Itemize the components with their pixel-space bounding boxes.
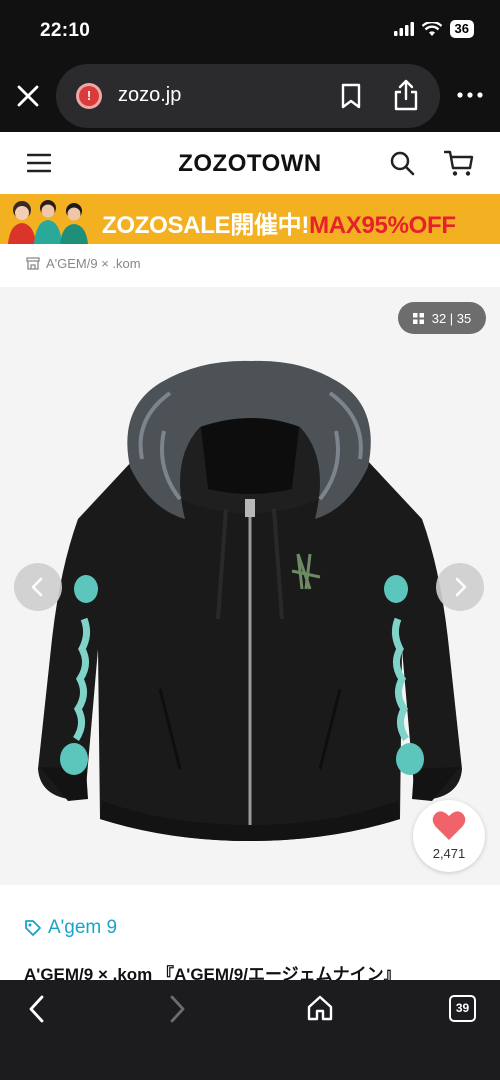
- brand-name: A'gem 9: [48, 917, 118, 938]
- image-counter-badge[interactable]: 32 | 35: [398, 302, 486, 334]
- back-icon[interactable]: [26, 994, 48, 1024]
- product-image-hoodie[interactable]: [30, 349, 470, 869]
- wifi-icon: [421, 21, 442, 36]
- site-header: ZOZOTOWN: [0, 132, 500, 194]
- shop-breadcrumb[interactable]: A'GEM/9 × .kom: [26, 256, 141, 271]
- brand-link[interactable]: A'gem 9: [24, 917, 117, 939]
- forward-icon[interactable]: [166, 994, 188, 1024]
- sale-banner-discount: MAX95%OFF: [309, 212, 456, 239]
- browser-bottom-toolbar: 39: [0, 980, 500, 1080]
- status-bar: 22:10 36: [0, 0, 500, 62]
- shop-icon: [26, 257, 40, 270]
- status-icons: 36: [393, 20, 474, 38]
- battery-icon: 36: [449, 20, 474, 38]
- chevron-right-icon: [455, 577, 467, 597]
- cart-icon[interactable]: [444, 149, 474, 177]
- heart-icon: [432, 811, 466, 840]
- grid-icon: [412, 312, 424, 324]
- previous-image-button[interactable]: [14, 563, 62, 611]
- chevron-left-icon: [31, 577, 43, 597]
- sale-banner-title: ZOZOSALE開催中!: [102, 212, 310, 239]
- search-icon[interactable]: [389, 150, 415, 176]
- product-image-gallery[interactable]: 32 | 35 2,471: [0, 287, 500, 885]
- more-options-icon[interactable]: [456, 90, 484, 100]
- url-bar[interactable]: ! zozo.jp: [56, 64, 440, 128]
- site-warning-icon[interactable]: !: [76, 83, 102, 109]
- favorite-count: 2,471: [432, 846, 466, 861]
- shop-name: A'GEM/9 × .kom: [46, 256, 141, 271]
- image-counter: 32 | 35: [431, 310, 472, 326]
- tabs-button[interactable]: 39: [449, 995, 476, 1022]
- browser-toolbar: ! zozo.jp: [0, 62, 500, 132]
- sale-banner-text: ZOZOSALE開催中!MAX95%OFF: [102, 205, 456, 240]
- home-icon[interactable]: [306, 994, 334, 1022]
- clock: 22:10: [40, 20, 91, 41]
- bookmark-icon[interactable]: [338, 82, 364, 110]
- signal-icon: [393, 22, 414, 36]
- close-icon[interactable]: [14, 82, 42, 110]
- site-logo[interactable]: ZOZOTOWN: [0, 150, 500, 178]
- sale-banner[interactable]: ZOZOSALE開催中!MAX95%OFF: [0, 194, 500, 244]
- next-image-button[interactable]: [436, 563, 484, 611]
- url-text[interactable]: zozo.jp: [118, 84, 181, 107]
- banner-models-illustration: [0, 194, 96, 244]
- favorite-button[interactable]: 2,471: [413, 800, 485, 872]
- tag-icon: [25, 920, 41, 936]
- share-icon[interactable]: [392, 78, 420, 112]
